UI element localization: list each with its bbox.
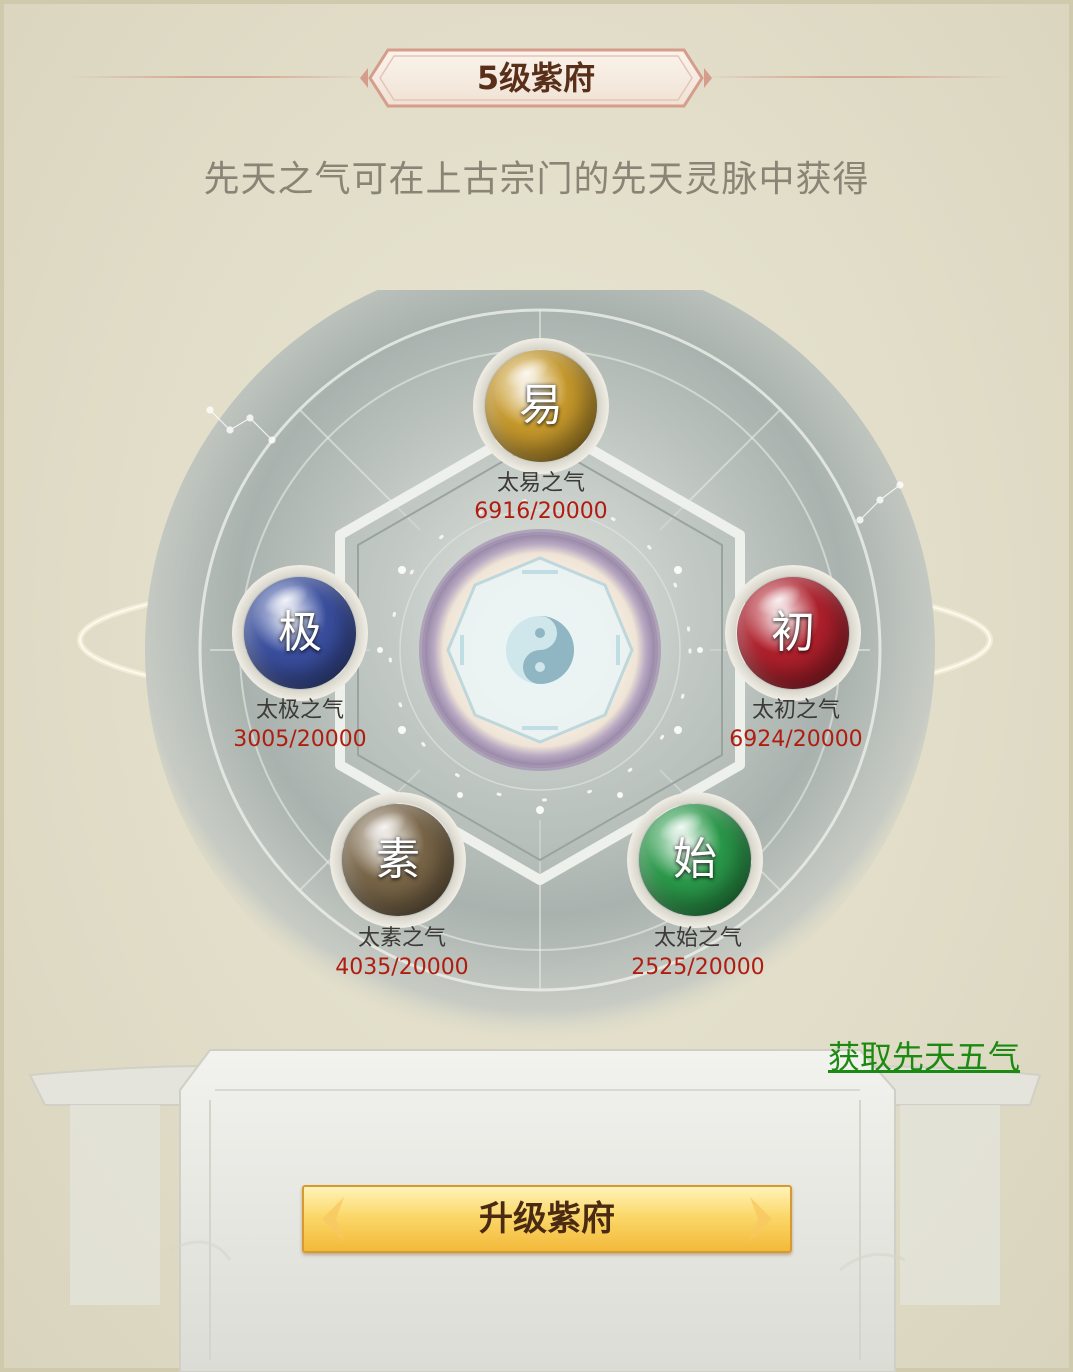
qi-orb-shi[interactable]: 始 <box>627 792 763 928</box>
qi-orb-ji[interactable]: 极 <box>232 565 368 701</box>
upgrade-button-label: 升级紫府 <box>479 1199 615 1239</box>
qi-name-ji: 太极之气 <box>255 698 344 723</box>
hint-text: 先天之气可在上古宗门的先天灵脉中获得 <box>203 159 870 200</box>
qi-name-yi: 太易之气 <box>496 471 585 496</box>
get-qi-link[interactable]: 获取先天五气 <box>828 1032 1020 1078</box>
title-divider-left <box>70 76 370 78</box>
upgrade-button[interactable]: 升级紫府 <box>302 1185 792 1253</box>
qi-count-chu: 6924/20000 <box>729 727 863 752</box>
qi-orb-chu[interactable]: 初 <box>725 565 861 701</box>
qi-orb-yi[interactable]: 易 <box>473 338 609 474</box>
orb-glyph: 极 <box>278 607 322 658</box>
qi-orb-su[interactable]: 素 <box>330 792 466 928</box>
qi-count-shi: 2525/20000 <box>631 955 765 980</box>
qi-name-su: 太素之气 <box>357 926 446 951</box>
qi-name-shi: 太始之气 <box>653 926 742 951</box>
qi-name-chu: 太初之气 <box>751 698 840 723</box>
orb-glyph: 素 <box>376 834 420 885</box>
qi-count-ji: 3005/20000 <box>233 727 367 752</box>
qi-count-su: 4035/20000 <box>335 955 469 980</box>
page-title: 5级紫府 <box>476 59 596 97</box>
orb-glyph: 初 <box>771 607 815 658</box>
qi-count-yi: 6916/20000 <box>474 499 608 524</box>
title-divider-right <box>700 76 1010 78</box>
title-plate: 5级紫府 <box>360 46 712 110</box>
orb-glyph: 始 <box>673 834 717 885</box>
orb-glyph: 易 <box>519 380 563 431</box>
yin-yang-icon <box>506 616 574 684</box>
